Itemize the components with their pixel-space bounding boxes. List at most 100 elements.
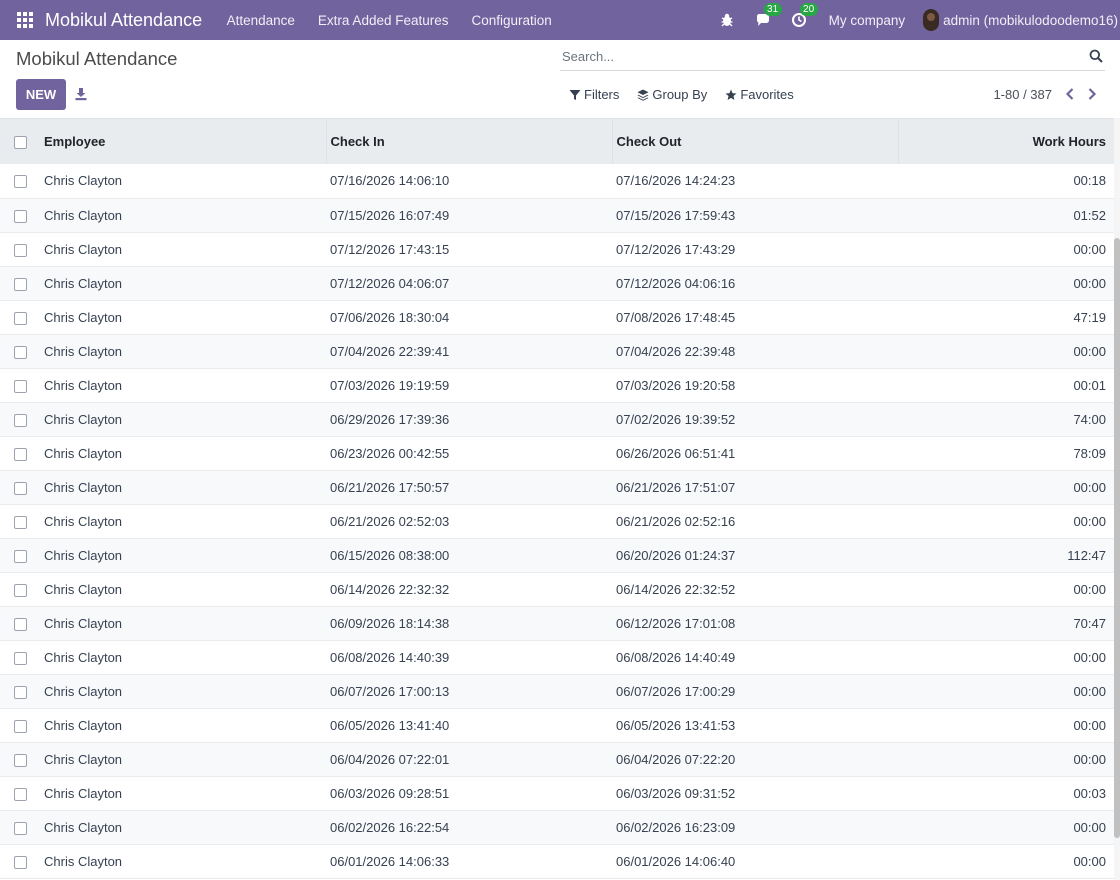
scrollbar[interactable] [1114,118,1120,880]
table-row[interactable]: Chris Clayton 07/15/2026 16:07:49 07/15/20… [0,198,1114,232]
row-checkbox[interactable] [13,583,27,597]
menu-attendance[interactable]: Attendance [215,13,306,28]
cell-employee[interactable]: Chris Clayton [40,708,326,742]
cell-employee[interactable]: Chris Clayton [40,640,326,674]
row-checkbox[interactable] [13,685,27,699]
row-checkbox[interactable] [13,549,27,563]
row-checkbox[interactable] [13,209,27,223]
column-work-hours[interactable]: Work Hours [898,119,1114,164]
apps-grid-icon[interactable] [17,12,33,28]
cell-work-hours[interactable]: 00:00 [898,640,1114,674]
row-checkbox[interactable] [13,311,27,325]
cell-check-in[interactable]: 06/23/2026 00:42:55 [326,436,612,470]
cell-check-in[interactable]: 06/14/2026 22:32:32 [326,572,612,606]
new-button[interactable]: NEW [16,79,66,110]
app-brand[interactable]: Mobikul Attendance [45,10,202,31]
cell-work-hours[interactable]: 00:00 [898,470,1114,504]
table-row[interactable]: Chris Clayton 07/06/2026 18:30:04 07/08/20… [0,300,1114,334]
column-check-in[interactable]: Check In [326,119,613,164]
cell-check-out[interactable]: 07/04/2026 22:39:48 [612,334,898,368]
cell-check-out[interactable]: 07/03/2026 19:20:58 [612,368,898,402]
cell-employee[interactable]: Chris Clayton [40,198,326,232]
row-checkbox[interactable] [13,719,27,733]
clock-icon[interactable]: 20 [791,3,818,28]
cell-work-hours[interactable]: 70:47 [898,606,1114,640]
search-input[interactable] [560,43,1080,70]
scrollbar-thumb[interactable] [1114,238,1120,838]
table-row[interactable]: Chris Clayton 06/21/2026 02:52:03 06/21/20… [0,504,1114,538]
table-row[interactable]: Chris Clayton 06/23/2026 00:42:55 06/26/20… [0,436,1114,470]
row-checkbox[interactable] [13,413,27,427]
table-row[interactable]: Chris Clayton 06/21/2026 17:50:57 06/21/20… [0,470,1114,504]
cell-employee[interactable]: Chris Clayton [40,470,326,504]
table-row[interactable]: Chris Clayton 06/07/2026 17:00:13 06/07/20… [0,674,1114,708]
cell-work-hours[interactable]: 00:00 [898,572,1114,606]
cell-check-in[interactable]: 07/04/2026 22:39:41 [326,334,612,368]
table-row[interactable]: Chris Clayton 06/15/2026 08:38:00 06/20/20… [0,538,1114,572]
column-check-out[interactable]: Check Out [612,119,899,164]
table-row[interactable]: Chris Clayton 06/04/2026 07:22:01 06/04/20… [0,742,1114,776]
cell-employee[interactable]: Chris Clayton [40,674,326,708]
cell-check-out[interactable]: 06/02/2026 16:23:09 [612,810,898,844]
cell-work-hours[interactable]: 78:09 [898,436,1114,470]
cell-employee[interactable]: Chris Clayton [40,232,326,266]
table-row[interactable]: Chris Clayton 06/14/2026 22:32:32 06/14/20… [0,572,1114,606]
menu-configuration[interactable]: Configuration [460,13,563,28]
cell-employee[interactable]: Chris Clayton [40,368,326,402]
cell-check-in[interactable]: 07/03/2026 19:19:59 [326,368,612,402]
cell-check-in[interactable]: 06/21/2026 17:50:57 [326,470,612,504]
column-employee[interactable]: Employee [40,119,327,164]
cell-employee[interactable]: Chris Clayton [40,436,326,470]
row-checkbox[interactable] [13,651,27,665]
cell-check-in[interactable]: 06/02/2026 16:22:54 [326,810,612,844]
cell-check-out[interactable]: 06/14/2026 22:32:52 [612,572,898,606]
cell-check-out[interactable]: 07/08/2026 17:48:45 [612,300,898,334]
cell-check-in[interactable]: 06/01/2026 14:06:33 [326,844,612,878]
cell-check-out[interactable]: 07/02/2026 19:39:52 [612,402,898,436]
row-checkbox[interactable] [13,515,27,529]
cell-check-in[interactable]: 06/04/2026 07:22:01 [326,742,612,776]
select-all-checkbox[interactable] [13,136,27,150]
table-row[interactable]: Chris Clayton 06/02/2026 16:22:54 06/02/20… [0,810,1114,844]
cell-work-hours[interactable]: 00:01 [898,368,1114,402]
row-checkbox[interactable] [13,481,27,495]
cell-work-hours[interactable]: 00:00 [898,504,1114,538]
cell-work-hours[interactable]: 74:00 [898,402,1114,436]
cell-employee[interactable]: Chris Clayton [40,776,326,810]
table-row[interactable]: Chris Clayton 06/08/2026 14:40:39 06/08/20… [0,640,1114,674]
cell-work-hours[interactable]: 00:00 [898,266,1114,300]
cell-check-in[interactable]: 06/15/2026 08:38:00 [326,538,612,572]
cell-work-hours[interactable]: 00:00 [898,844,1114,878]
download-icon[interactable] [74,87,88,101]
table-row[interactable]: Chris Clayton 06/29/2026 17:39:36 07/02/20… [0,402,1114,436]
cell-employee[interactable]: Chris Clayton [40,810,326,844]
cell-check-out[interactable]: 07/15/2026 17:59:43 [612,198,898,232]
table-row[interactable]: Chris Clayton 07/04/2026 22:39:41 07/04/20… [0,334,1114,368]
table-row[interactable]: Chris Clayton 06/09/2026 18:14:38 06/12/20… [0,606,1114,640]
cell-check-out[interactable]: 06/20/2026 01:24:37 [612,538,898,572]
row-checkbox[interactable] [13,277,27,291]
row-checkbox[interactable] [13,379,27,393]
cell-employee[interactable]: Chris Clayton [40,572,326,606]
cell-check-out[interactable]: 06/21/2026 02:52:16 [612,504,898,538]
cell-check-in[interactable]: 06/21/2026 02:52:03 [326,504,612,538]
cell-work-hours[interactable]: 00:00 [898,232,1114,266]
cell-employee[interactable]: Chris Clayton [40,402,326,436]
cell-check-in[interactable]: 06/05/2026 13:41:40 [326,708,612,742]
cell-work-hours[interactable]: 47:19 [898,300,1114,334]
menu-extra-added-features[interactable]: Extra Added Features [306,13,460,28]
table-row[interactable]: Chris Clayton 07/16/2026 14:06:10 07/16/20… [0,164,1114,198]
chevron-left-icon[interactable] [1064,87,1076,101]
row-checkbox[interactable] [13,821,27,835]
cell-check-in[interactable]: 06/29/2026 17:39:36 [326,402,612,436]
row-checkbox[interactable] [13,447,27,461]
cell-work-hours[interactable]: 00:00 [898,708,1114,742]
chevron-right-icon[interactable] [1086,87,1098,101]
cell-check-out[interactable]: 06/21/2026 17:51:07 [612,470,898,504]
favorites-button[interactable]: Favorites [725,87,794,102]
cell-employee[interactable]: Chris Clayton [40,844,326,878]
row-checkbox[interactable] [13,175,27,189]
cell-employee[interactable]: Chris Clayton [40,164,326,198]
cell-employee[interactable]: Chris Clayton [40,334,326,368]
cell-check-out[interactable]: 06/05/2026 13:41:53 [612,708,898,742]
